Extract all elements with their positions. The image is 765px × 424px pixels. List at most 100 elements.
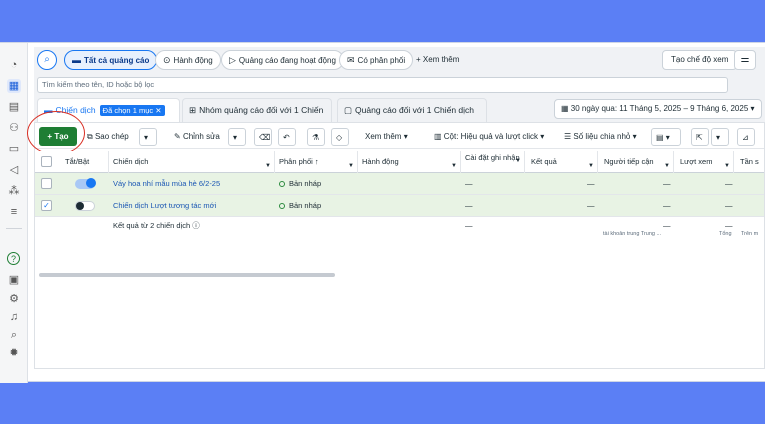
chevron-down-icon: ▾ bbox=[144, 133, 149, 142]
undo-icon[interactable]: ↶ bbox=[278, 128, 296, 146]
attribution-value: — bbox=[465, 201, 473, 210]
edit-button[interactable]: ✎ Chỉnh sửa bbox=[170, 128, 224, 146]
col-delivery[interactable]: Phân phối ↑ ▼ bbox=[275, 151, 358, 173]
summary-impressions-sub: Tổng bbox=[719, 231, 732, 237]
grid-icon: ⊞ bbox=[189, 105, 197, 115]
campaign-name-link[interactable]: Váy hoa nhí mẫu mùa hè 6/2-25 bbox=[113, 173, 220, 195]
row-checkbox[interactable]: ✓ bbox=[41, 200, 52, 211]
tab-adsets[interactable]: ⊞ Nhóm quảng cáo đối với 1 Chiến bbox=[182, 98, 332, 122]
folder-icon: ▬ bbox=[72, 55, 81, 65]
summary-label: Kết quả từ 2 chiến dịch ⓘ bbox=[113, 221, 200, 230]
people-icon[interactable]: ⚇ bbox=[7, 121, 21, 135]
billing-icon[interactable]: ▭ bbox=[7, 142, 21, 156]
chevron-down-icon: ▾ bbox=[537, 132, 545, 141]
rail-divider bbox=[6, 228, 22, 229]
level-tabs: ▬ Chiến dịch Đã chọn 1 mục ✕ ⊞ Nhóm quảng c… bbox=[34, 98, 765, 122]
chevron-down-icon: ▾ bbox=[630, 132, 637, 141]
trash-icon[interactable]: ⌫ bbox=[254, 128, 272, 146]
pages-icon[interactable]: ▤ bbox=[7, 100, 21, 114]
megaphone-icon[interactable]: ◁ bbox=[7, 163, 21, 177]
copy-icon: ⧉ bbox=[87, 132, 95, 141]
info-icon[interactable]: ⓘ bbox=[192, 221, 200, 230]
col-actions[interactable]: Hành động ▼ bbox=[358, 151, 461, 173]
close-icon[interactable]: ✕ bbox=[155, 106, 161, 115]
bell-icon[interactable]: ♫ bbox=[7, 310, 21, 324]
bug-icon[interactable]: ✹ bbox=[7, 346, 21, 360]
chevron-down-icon: ▾ bbox=[233, 133, 238, 142]
table-row[interactable]: ✓ Chiến dịch Lượt tương tác mới Bản nháp… bbox=[35, 195, 764, 217]
send-icon: ▷ bbox=[229, 55, 236, 65]
calendar-icon[interactable]: ▣ bbox=[7, 273, 21, 287]
calendar-icon: ▦ bbox=[561, 104, 571, 113]
col-toggle[interactable]: Tắt/Bật bbox=[59, 151, 109, 173]
col-frequency[interactable]: Tần s bbox=[734, 151, 764, 173]
create-view-button[interactable]: Tạo chế độ xem bbox=[662, 50, 738, 70]
summary-row: Kết quả từ 2 chiến dịch ⓘ — — tài khoản … bbox=[35, 217, 764, 243]
tab-ads[interactable]: ▢ Quảng cáo đối với 1 Chiến dịch bbox=[337, 98, 487, 122]
col-impressions[interactable]: Lượt xem ▼ bbox=[674, 151, 734, 173]
mail-icon: ✉ bbox=[347, 55, 355, 65]
reports-dropdown[interactable]: ▤ ▾ bbox=[651, 128, 681, 146]
select-all-checkbox[interactable] bbox=[41, 156, 52, 167]
audience-icon[interactable]: ⁂ bbox=[7, 184, 21, 198]
duplicate-button[interactable]: ⧉ Sao chép bbox=[83, 128, 133, 146]
breakdown-icon: ☰ bbox=[564, 132, 574, 141]
help-icon[interactable]: ? bbox=[7, 252, 20, 265]
col-reach[interactable]: Người tiếp cận ▼ bbox=[598, 151, 674, 173]
delivery-toggle[interactable] bbox=[75, 178, 96, 189]
columns-dropdown[interactable]: ▥ Cột: Hiệu quả và lượt click ▾ bbox=[430, 128, 548, 146]
campaign-name-link[interactable]: Chiến dịch Lượt tương tác mới bbox=[113, 195, 216, 217]
breakdown-dropdown[interactable]: ☰ Số liệu chia nhỏ ▾ bbox=[560, 128, 641, 146]
filter-all-ads[interactable]: ▬ Tất cả quảng cáo bbox=[64, 50, 158, 70]
selected-chip[interactable]: Đã chọn 1 mục ✕ bbox=[99, 105, 165, 116]
filter-has-delivery[interactable]: ✉ Có phân phối bbox=[339, 50, 414, 70]
table-row[interactable]: Váy hoa nhí mẫu mùa hè 6/2-25 Bản nháp —… bbox=[35, 173, 764, 195]
tag-icon[interactable]: ◇ bbox=[331, 128, 349, 146]
chevron-down-icon: ▾ bbox=[748, 104, 755, 113]
search-input[interactable]: Tìm kiếm theo tên, ID hoặc bộ lọc bbox=[37, 77, 728, 93]
view-more-dropdown[interactable]: Xem thêm ▾ bbox=[361, 128, 412, 146]
dashboard-icon[interactable]: ◔ bbox=[7, 58, 21, 72]
date-range-picker[interactable]: ▦ 30 ngày qua: 11 Tháng 5, 2025 – 9 Thán… bbox=[554, 99, 762, 119]
col-attribution[interactable]: Cài đặt ghi nhận ▼ bbox=[461, 151, 525, 173]
table-header: Tắt/Bật Chiến dịch ▼ Phân phối ↑ ▼ Hành độ… bbox=[35, 151, 764, 173]
ad-icon: ▢ bbox=[344, 105, 353, 115]
col-campaign[interactable]: Chiến dịch ▼ bbox=[109, 151, 275, 173]
horizontal-scrollbar[interactable] bbox=[39, 273, 335, 277]
results-value: — bbox=[587, 179, 595, 188]
add-more-filters[interactable]: + Xem thêm bbox=[416, 50, 459, 70]
summary-frequency-sub: Trên m bbox=[741, 231, 759, 237]
summary-attribution: — bbox=[465, 221, 473, 230]
summary-reach-sub: tài khoản trung Trung ... bbox=[603, 231, 662, 237]
settings-icon[interactable]: ⚙ bbox=[7, 292, 21, 306]
delivery-status: Bản nháp bbox=[279, 195, 321, 217]
annotation-circle bbox=[27, 111, 85, 155]
main-area: ⌕ ▬ Tất cả quảng cáo ⊙ Hành động ▷ Quảng cá… bbox=[27, 47, 765, 369]
chart-icon[interactable]: ⊿ bbox=[737, 128, 755, 146]
toggle-knob bbox=[86, 178, 96, 188]
export-icon[interactable]: ⇱ bbox=[691, 128, 709, 146]
chevron-down-icon: ▾ bbox=[401, 132, 408, 141]
left-rail: ◔ ▦ ▤ ⚇ ▭ ◁ ⁂ ≡ ? ▣ ⚙ ♫ ⌕ ✹ bbox=[0, 43, 28, 383]
export-dropdown[interactable]: ▾ bbox=[711, 128, 729, 146]
filter-active-ads[interactable]: ▷ Quảng cáo đang hoạt động bbox=[221, 50, 344, 70]
sliders-icon[interactable]: ⚌ bbox=[734, 50, 756, 70]
duplicate-dropdown[interactable]: ▾ bbox=[139, 128, 157, 146]
filter-actions[interactable]: ⊙ Hành động bbox=[155, 50, 221, 70]
ads-manager-window: ◔ ▦ ▤ ⚇ ▭ ◁ ⁂ ≡ ? ▣ ⚙ ♫ ⌕ ✹ ⌕ ▬ Tất cả qu… bbox=[0, 42, 765, 383]
pencil-icon: ✎ bbox=[174, 132, 183, 141]
delivery-toggle[interactable] bbox=[75, 201, 95, 211]
row-checkbox[interactable] bbox=[41, 178, 52, 189]
cursor-icon: ⊙ bbox=[163, 55, 171, 65]
reach-value: — bbox=[663, 201, 671, 210]
attribution-value: — bbox=[465, 179, 473, 188]
edit-dropdown[interactable]: ▾ bbox=[228, 128, 246, 146]
search-toggle-icon[interactable]: ⌕ bbox=[37, 50, 57, 70]
impressions-value: — bbox=[725, 179, 733, 188]
search-icon[interactable]: ⌕ bbox=[7, 328, 21, 342]
col-results[interactable]: Kết quả ▼ bbox=[525, 151, 598, 173]
filter-bar: ⌕ ▬ Tất cả quảng cáo ⊙ Hành động ▷ Quảng cá… bbox=[34, 47, 765, 73]
table-icon[interactable]: ▦ bbox=[7, 79, 21, 93]
flask-icon[interactable]: ⚗ bbox=[307, 128, 325, 146]
menu-icon[interactable]: ≡ bbox=[7, 205, 21, 219]
